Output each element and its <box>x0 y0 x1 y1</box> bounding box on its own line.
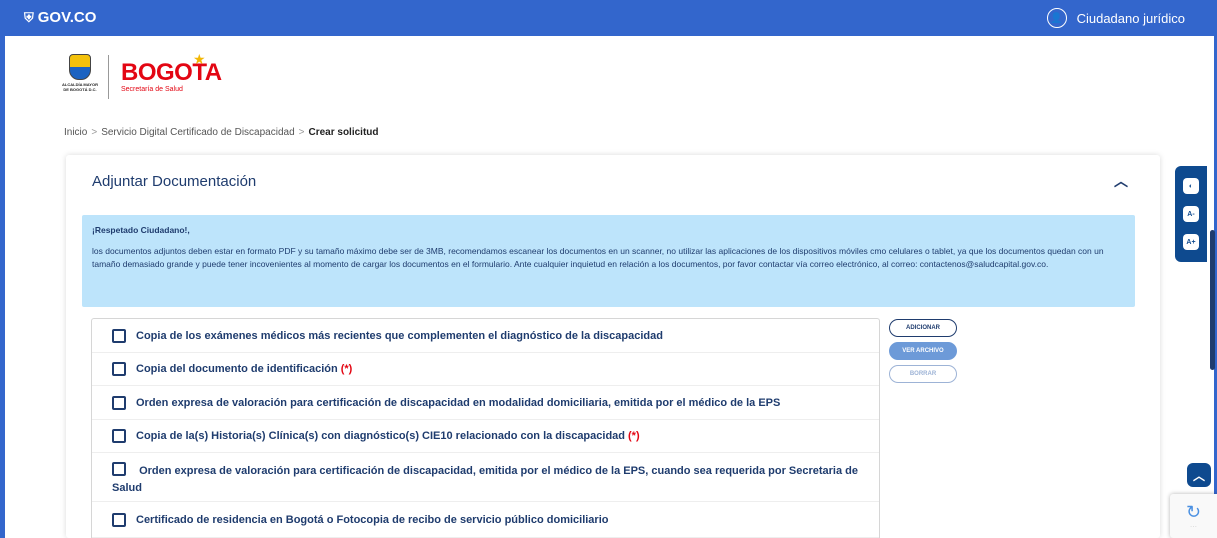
notice-heading: ¡Respetado Ciudadano!, <box>92 225 190 235</box>
required-marker: (*) <box>628 430 640 442</box>
top-bar: ⛨ GOV.CO 👤 Ciudadano jurídico <box>0 0 1217 36</box>
list-item: Orden expresa de valoración para certifi… <box>92 453 879 502</box>
list-item: Orden expresa de valoración para certifi… <box>92 386 879 420</box>
list-item: Copia del documento de identificación (*… <box>92 353 879 386</box>
font-larger-icon[interactable]: A+ <box>1183 234 1199 250</box>
document-checkbox[interactable] <box>112 395 126 410</box>
document-label: Copia de la(s) Historia(s) Clínica(s) co… <box>136 430 626 442</box>
required-marker: (*) <box>340 363 353 375</box>
notice-box: ¡Respetado Ciudadano!, los documentos ad… <box>82 215 1135 307</box>
document-label: Certificado de residencia en Bogotá o Fo… <box>136 513 609 526</box>
seal-text: ALCALDÍA MAYOR DE BOGOTÁ D.C. <box>62 82 98 92</box>
document-checkbox[interactable] <box>112 362 126 376</box>
font-smaller-icon[interactable]: A- <box>1183 206 1199 222</box>
recaptcha-badge[interactable]: ↻ · · · <box>1170 494 1217 538</box>
breadcrumb-current: Crear solicitud <box>308 127 379 138</box>
document-checkbox[interactable] <box>112 462 126 476</box>
scrollbar-thumb[interactable] <box>1210 230 1215 370</box>
user-menu[interactable]: 👤 Ciudadano jurídico <box>1046 8 1185 28</box>
left-border <box>0 36 5 538</box>
list-item: Copia de la(s) Historia(s) Clínica(s) co… <box>92 420 879 453</box>
panel-title: Adjuntar Documentación <box>92 173 257 190</box>
chevron-up-icon[interactable]: ︿ <box>1114 171 1128 191</box>
alcaldia-seal: ALCALDÍA MAYOR DE BOGOTÁ D.C. <box>62 54 98 100</box>
document-checkbox[interactable] <box>112 429 126 443</box>
shield-icon: ⛨ <box>24 9 34 25</box>
document-label: Orden expresa de valoración para certifi… <box>136 396 781 409</box>
breadcrumb-separator: > <box>298 127 305 138</box>
document-checkbox[interactable] <box>112 512 126 527</box>
document-label: Copia del documento de identificación <box>136 363 338 375</box>
add-button[interactable]: ADICIONAR <box>889 319 957 337</box>
secretaria-label: Secretaría de Salud <box>121 86 183 93</box>
recaptcha-links: · · · <box>1190 524 1197 529</box>
gov-co-label: GOV.CO <box>37 9 97 26</box>
breadcrumb-separator: > <box>91 127 98 138</box>
delete-button[interactable]: BORRAR <box>889 365 957 383</box>
bogota-wordmark: BOGOTA <box>121 59 222 86</box>
notice-text: los documentos adjuntos deben estar en f… <box>92 246 1104 269</box>
logo-divider <box>108 55 109 99</box>
bogota-logo: ★ BOGOTA Secretaría de Salud <box>121 51 222 93</box>
coat-of-arms-icon <box>69 54 91 80</box>
recaptcha-icon: ↻ <box>1185 502 1202 522</box>
document-label: Copia de los exámenes médicos más recien… <box>136 329 663 342</box>
contrast-icon[interactable]: ◐ <box>1183 178 1199 194</box>
breadcrumb-service[interactable]: Servicio Digital Certificado de Discapac… <box>101 127 294 138</box>
document-list: Copia de los exámenes médicos más recien… <box>91 318 880 538</box>
user-circle-icon: 👤 <box>1046 8 1067 28</box>
header-logos: ALCALDÍA MAYOR DE BOGOTÁ D.C. ★ BOGOTA S… <box>62 51 222 102</box>
document-actions: ADICIONAR VER ARCHIVO BORRAR <box>889 319 957 388</box>
attach-documents-panel: Adjuntar Documentación ︿ ¡Respetado Ciud… <box>66 155 1160 538</box>
breadcrumb: Inicio > Servicio Digital Certificado de… <box>64 127 379 138</box>
document-checkbox[interactable] <box>112 328 126 343</box>
accessibility-bar: ◐ A- A+ <box>1175 166 1207 262</box>
gov-co-logo[interactable]: ⛨ GOV.CO <box>24 9 96 26</box>
stars-icon: ★ <box>193 51 206 67</box>
list-item: Certificado de residencia en Bogotá o Fo… <box>92 502 879 538</box>
back-to-top-icon[interactable]: ︿ <box>1187 463 1211 487</box>
document-label: Orden expresa de valoración para certifi… <box>112 465 858 494</box>
view-file-button[interactable]: VER ARCHIVO <box>889 342 957 360</box>
list-item: Copia de los exámenes médicos más recien… <box>92 319 879 353</box>
user-label: Ciudadano jurídico <box>1076 10 1185 26</box>
breadcrumb-home[interactable]: Inicio <box>64 127 87 138</box>
